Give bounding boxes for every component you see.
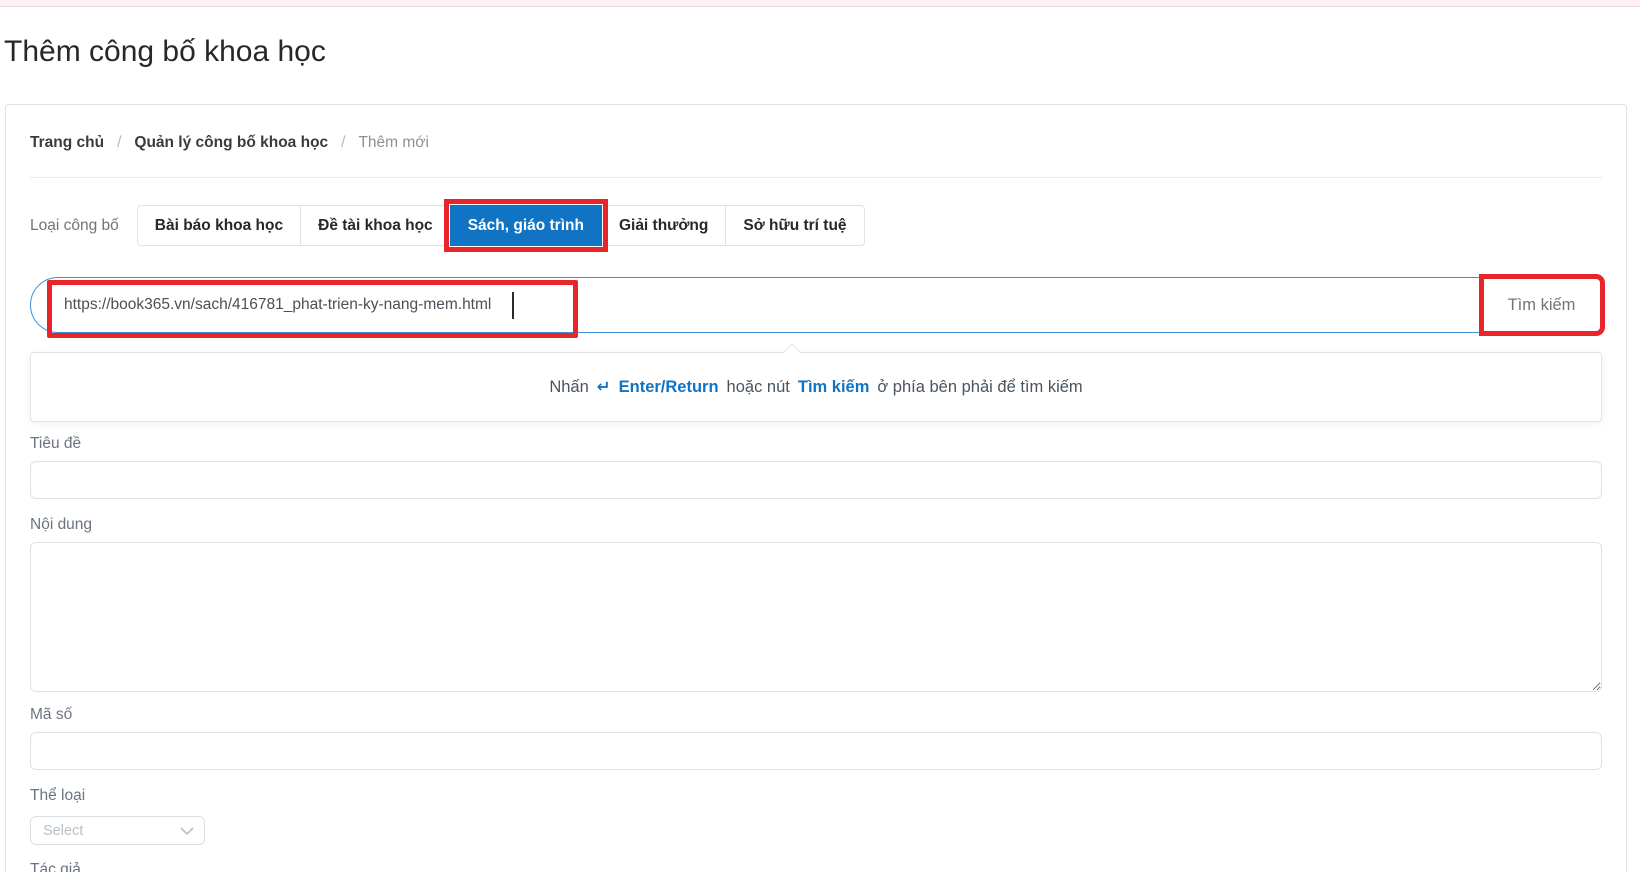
tab-bai-bao-khoa-hoc[interactable]: Bài báo khoa học — [137, 205, 301, 246]
hint-text-middle: hoặc nút — [727, 378, 790, 397]
content-card: Trang chủ / Quản lý công bố khoa học / T… — [5, 104, 1627, 872]
screen: Thêm công bố khoa học Trang chủ / Quản l… — [0, 0, 1640, 872]
field-code: Mã số — [30, 706, 1602, 770]
search-hint-popover: Nhấn ↵ Enter/Return hoặc nút Tìm kiếm ở … — [30, 352, 1602, 422]
title-label: Tiêu đề — [30, 435, 1602, 453]
breadcrumb: Trang chủ / Quản lý công bố khoa học / T… — [30, 105, 1602, 178]
tab-sach-giao-trinh[interactable]: Sách, giáo trình — [450, 205, 602, 246]
breadcrumb-home[interactable]: Trang chủ — [30, 134, 104, 152]
tab-de-tai-khoa-hoc[interactable]: Đề tài khoa học — [300, 205, 451, 246]
code-label: Mã số — [30, 706, 1602, 724]
chevron-down-icon — [180, 827, 194, 835]
authors-label: Tác giả — [30, 861, 1602, 872]
url-input[interactable] — [30, 277, 1482, 333]
content-label: Nội dung — [30, 516, 1602, 534]
search-button[interactable]: Tìm kiếm — [1482, 277, 1602, 333]
hint-text-suffix: ở phía bên phải để tìm kiếm — [877, 378, 1082, 397]
hint-enter-label: Enter/Return — [619, 378, 719, 397]
category-select-placeholder: Select — [43, 823, 83, 839]
top-accent-bar — [0, 0, 1640, 7]
code-input[interactable] — [30, 732, 1602, 770]
category-select[interactable]: Select — [30, 816, 205, 845]
publication-type-row: Loại công bố Bài báo khoa học Đề tài kho… — [30, 205, 1602, 246]
title-input[interactable] — [30, 461, 1602, 499]
hint-search-button-ref: Tìm kiếm — [798, 378, 870, 397]
tab-giai-thuong[interactable]: Giải thưởng — [601, 205, 726, 246]
breadcrumb-manage-publications[interactable]: Quản lý công bố khoa học — [134, 134, 328, 152]
field-title: Tiêu đề — [30, 435, 1602, 499]
breadcrumb-separator: / — [341, 134, 345, 152]
tab-so-huu-tri-tue[interactable]: Sở hữu trí tuệ — [725, 205, 864, 246]
enter-return-icon: ↵ — [597, 377, 611, 397]
popover-caret-icon — [784, 344, 801, 361]
url-search-group: Tìm kiếm — [30, 277, 1602, 333]
publication-type-group: Bài báo khoa học Đề tài khoa học Sách, g… — [137, 205, 865, 246]
publication-type-label: Loại công bố — [30, 217, 119, 235]
breadcrumb-current: Thêm mới — [358, 134, 428, 152]
page-title: Thêm công bố khoa học — [4, 32, 1640, 72]
category-label: Thể loại — [30, 787, 1602, 805]
content-textarea[interactable] — [30, 542, 1602, 692]
field-authors-partial: Tác giả — [30, 861, 1602, 872]
breadcrumb-separator: / — [117, 134, 121, 152]
field-category: Thể loại Select — [30, 787, 1602, 845]
field-content: Nội dung — [30, 516, 1602, 692]
hint-text-prefix: Nhấn — [549, 378, 588, 397]
